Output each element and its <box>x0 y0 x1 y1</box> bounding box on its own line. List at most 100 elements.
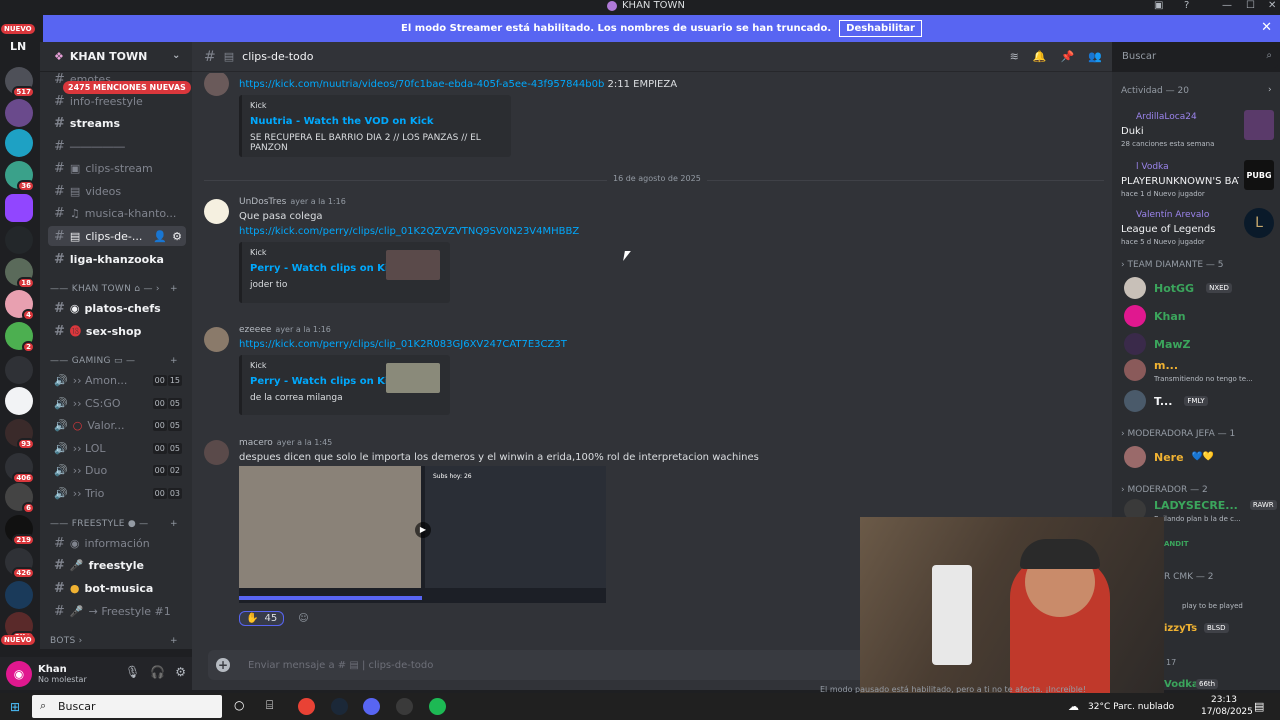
channel-separator[interactable]: # ――――― <box>48 136 186 156</box>
spotify-icon[interactable] <box>429 698 446 715</box>
channel-informacion[interactable]: # ◉ información <box>48 533 186 553</box>
author-name[interactable]: macero <box>239 438 273 448</box>
close-banner-icon[interactable]: ✕ <box>1261 20 1272 35</box>
server-icon[interactable] <box>5 99 33 127</box>
server-icon[interactable]: 36 <box>5 161 35 192</box>
member[interactable]: Nere 💙💛 <box>1124 444 1214 470</box>
clock-date[interactable]: 17/08/2025 <box>1201 707 1253 717</box>
notification-icon[interactable]: ▤ <box>1254 700 1264 713</box>
weather-text[interactable]: 32°C Parc. nublado <box>1088 702 1174 712</box>
reaction[interactable]: ✋ 45 ☺ <box>239 611 309 626</box>
clock-time[interactable]: 23:13 <box>1211 695 1237 705</box>
author-name[interactable]: ezeeee <box>239 325 271 335</box>
channel-platos-chefs[interactable]: # ◉ platos-chefs <box>48 298 186 318</box>
category-khantown[interactable]: —— KHAN TOWN ⌂ — › + <box>50 284 178 294</box>
activity-card[interactable]: l Vodka PLAYERUNKNOWN'S BAT... hace 1 d … <box>1116 160 1276 204</box>
pin-icon[interactable]: 📌 <box>1061 50 1075 63</box>
channel-clips-stream[interactable]: # ▣ clips-stream <box>48 158 186 178</box>
server-icon[interactable] <box>5 387 33 415</box>
server-icon[interactable] <box>5 581 33 609</box>
chevron-right-icon[interactable]: › <box>1268 85 1272 95</box>
member[interactable]: Khan <box>1124 303 1186 329</box>
weather-icon[interactable]: ☁ <box>1068 700 1079 713</box>
member-name[interactable]: Vodka <box>1164 679 1199 690</box>
server-icon[interactable]: 2 <box>5 322 35 353</box>
microphone-icon[interactable]: 🎙 <box>125 665 140 679</box>
bell-icon[interactable]: 🔔 <box>1033 50 1047 63</box>
member[interactable]: T... FMLY <box>1124 388 1208 414</box>
add-member-icon[interactable]: 👤 <box>153 230 167 243</box>
voice-channel[interactable]: 🔊 ›› CS:GO 00 05 <box>48 393 186 413</box>
channel-freestyle[interactable]: # 🎤 freestyle <box>48 555 186 575</box>
discord-icon[interactable] <box>363 698 380 715</box>
activity-card[interactable]: Valentín Arevalo League of Legends hace … <box>1116 208 1276 252</box>
search-input[interactable]: Buscar ⌕ <box>1116 46 1278 68</box>
category-freestyle[interactable]: —— FREESTYLE ● — + <box>50 519 178 529</box>
twitch-server-icon[interactable] <box>5 194 33 222</box>
add-reaction-icon[interactable]: ☺ <box>298 613 308 624</box>
add-channel-icon[interactable]: + <box>170 284 178 294</box>
server-icon[interactable] <box>5 129 33 157</box>
server-icon[interactable]: 4 <box>5 290 35 321</box>
category-gaming[interactable]: —— GAMING ▭ — + <box>50 356 178 366</box>
minimize-icon[interactable]: — <box>1222 0 1232 11</box>
headphones-icon[interactable]: 🎧 <box>150 665 165 679</box>
taskbar-search[interactable]: ⌕ Buscar <box>32 695 222 718</box>
avatar[interactable] <box>204 73 229 96</box>
voice-channel[interactable]: 🔊 ›› Trio 00 03 <box>48 483 186 503</box>
server-icon[interactable] <box>5 226 33 254</box>
close-window-icon[interactable]: ✕ <box>1268 0 1276 11</box>
avatar[interactable] <box>204 199 229 224</box>
gear-icon[interactable]: ⚙ <box>172 230 182 243</box>
server-icon[interactable]: 406 <box>5 453 35 484</box>
voice-channel[interactable]: 🔊 ›› Amon... 00 15 <box>48 370 186 390</box>
member[interactable]: MawZ <box>1124 331 1191 357</box>
server-icon[interactable]: 18 <box>5 258 35 289</box>
server-icon[interactable]: 517 <box>5 67 35 98</box>
embed-title[interactable]: Nuutria - Watch the VOD on Kick <box>250 116 503 127</box>
activity-card[interactable]: ArdillaLoca24 Duki 28 canciones esta sem… <box>1116 110 1276 154</box>
channel-videos[interactable]: # ▤ videos <box>48 181 186 201</box>
channel-sex-shop[interactable]: # ⓲ sex-shop <box>48 321 186 341</box>
task-view-icon[interactable]: ○ <box>234 698 244 712</box>
server-icon[interactable]: 6 <box>5 483 35 514</box>
threads-icon[interactable]: ≋ <box>1010 50 1019 63</box>
channel-info-freestyle[interactable]: # info-freestyle <box>48 91 186 111</box>
embed-thumbnail[interactable] <box>386 363 440 393</box>
widgets-icon[interactable]: ⌸ <box>266 698 273 713</box>
chrome-icon[interactable] <box>298 698 315 715</box>
channel-streams[interactable]: # streams <box>48 113 186 133</box>
voice-channel[interactable]: 🔊 ›› Duo 00 02 <box>48 460 186 480</box>
avatar[interactable] <box>204 440 229 465</box>
server-icon[interactable] <box>5 356 33 384</box>
member[interactable]: m... Transmitiendo no tengo te... <box>1124 357 1253 383</box>
settings-gear-icon[interactable]: ⚙ <box>175 665 186 679</box>
channel-clips-de-todo[interactable]: # ▤ clips-de-... 👤 ⚙ <box>48 226 186 246</box>
server-icon[interactable]: 219 <box>5 515 35 546</box>
avatar[interactable]: ◉ <box>6 660 32 687</box>
add-channel-icon[interactable]: + <box>170 519 178 529</box>
server-ln[interactable]: LN <box>10 40 26 53</box>
author-name[interactable]: UnDosTres <box>239 197 286 207</box>
steam-icon[interactable] <box>331 698 348 715</box>
voice-channel[interactable]: 🔊 ›› LOL 00 05 <box>48 438 186 458</box>
server-icon[interactable]: 93 <box>5 419 35 450</box>
add-attachment-icon[interactable]: + <box>216 658 230 672</box>
video-attachment[interactable]: Subs hoy: 26 ▶ <box>239 466 606 603</box>
member-list-icon[interactable]: 👥 <box>1088 50 1102 63</box>
obs-icon[interactable] <box>396 698 413 715</box>
voice-channel[interactable]: 🔊 ○ Valor... 00 05 <box>48 415 186 435</box>
server-header[interactable]: ❖ KHAN TOWN ⌄ <box>40 42 192 72</box>
member-name[interactable]: izzyTs <box>1164 623 1197 634</box>
avatar[interactable] <box>204 327 229 352</box>
message-link[interactable]: https://kick.com/nuutria/videos/70fc1bae… <box>239 79 604 90</box>
inbox-icon[interactable]: ▣ <box>1154 0 1163 11</box>
help-icon[interactable]: ? <box>1184 0 1189 11</box>
windows-start-icon[interactable]: ⊞ <box>10 700 20 714</box>
channel-freestyle-1[interactable]: # 🎤 → Freestyle #1 <box>48 601 186 621</box>
category-bots[interactable]: BOTS › + <box>50 636 178 646</box>
message-link[interactable]: https://kick.com/perry/clips/clip_01K2QZ… <box>239 226 579 237</box>
maximize-icon[interactable]: ☐ <box>1246 0 1255 11</box>
member[interactable]: HotGG NXED <box>1124 275 1232 301</box>
add-channel-icon[interactable]: + <box>170 636 178 646</box>
